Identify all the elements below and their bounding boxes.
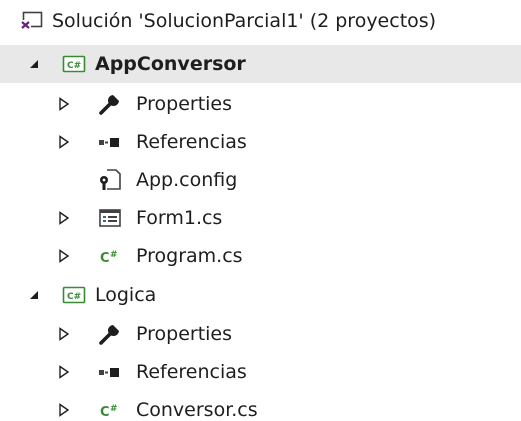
csharp-project-icon: C# xyxy=(62,283,86,307)
tree-item-referencias[interactable]: Referencias xyxy=(0,123,521,161)
svg-text:C: C xyxy=(100,251,110,266)
collapsed-arrow-icon[interactable] xyxy=(54,391,74,421)
references-icon xyxy=(98,130,122,154)
tree-item-program[interactable]: C # Program.cs xyxy=(0,237,521,275)
project-label: AppConversor xyxy=(95,53,246,75)
expanded-arrow-icon[interactable] xyxy=(24,45,44,83)
tree-item-properties[interactable]: Properties xyxy=(0,85,521,123)
csharp-file-icon: C # xyxy=(98,244,122,268)
tree-item-label: Program.cs xyxy=(136,245,243,267)
project-node-logica[interactable]: C# Logica xyxy=(0,276,521,314)
csharp-file-icon: C # xyxy=(98,398,122,421)
tree-item-label: Properties xyxy=(136,323,233,345)
tree-item-label: Referencias xyxy=(136,131,247,153)
collapsed-arrow-icon[interactable] xyxy=(54,237,74,275)
solution-icon xyxy=(20,9,44,33)
tree-item-label: Conversor.cs xyxy=(136,399,258,421)
collapsed-arrow-icon[interactable] xyxy=(54,199,74,237)
tree-item-label: Form1.cs xyxy=(136,207,223,229)
config-file-icon xyxy=(98,168,122,192)
tree-item-form1[interactable]: Form1.cs xyxy=(0,199,521,237)
solution-label: Solución 'SolucionParcial1' (2 proyectos… xyxy=(52,10,437,32)
csharp-project-icon: C# xyxy=(62,52,86,76)
tree-item-app-config[interactable]: App.config xyxy=(0,161,521,199)
tree-item-referencias[interactable]: Referencias xyxy=(0,353,521,391)
svg-text:C: C xyxy=(100,405,110,420)
collapsed-arrow-icon[interactable] xyxy=(54,123,74,161)
project-label: Logica xyxy=(95,284,157,306)
svg-text:#: # xyxy=(110,250,118,260)
expanded-arrow-icon[interactable] xyxy=(24,276,44,314)
tree-item-label: Properties xyxy=(136,93,233,115)
collapsed-arrow-icon[interactable] xyxy=(54,353,74,391)
wrench-icon xyxy=(98,92,122,116)
solution-explorer-tree: Solución 'SolucionParcial1' (2 proyectos… xyxy=(0,0,521,421)
tree-item-label: Referencias xyxy=(136,361,247,383)
svg-text:C#: C# xyxy=(67,61,81,71)
form-icon xyxy=(98,206,122,230)
tree-item-label: App.config xyxy=(136,169,238,191)
collapsed-arrow-icon[interactable] xyxy=(54,85,74,123)
solution-node[interactable]: Solución 'SolucionParcial1' (2 proyectos… xyxy=(0,2,521,40)
tree-item-conversor[interactable]: C # Conversor.cs xyxy=(0,391,521,421)
project-node-appconversor[interactable]: C# AppConversor xyxy=(0,45,521,83)
svg-text:C#: C# xyxy=(67,292,81,302)
wrench-icon xyxy=(98,322,122,346)
collapsed-arrow-icon[interactable] xyxy=(54,315,74,353)
references-icon xyxy=(98,360,122,384)
tree-item-properties[interactable]: Properties xyxy=(0,315,521,353)
svg-text:#: # xyxy=(110,404,118,414)
